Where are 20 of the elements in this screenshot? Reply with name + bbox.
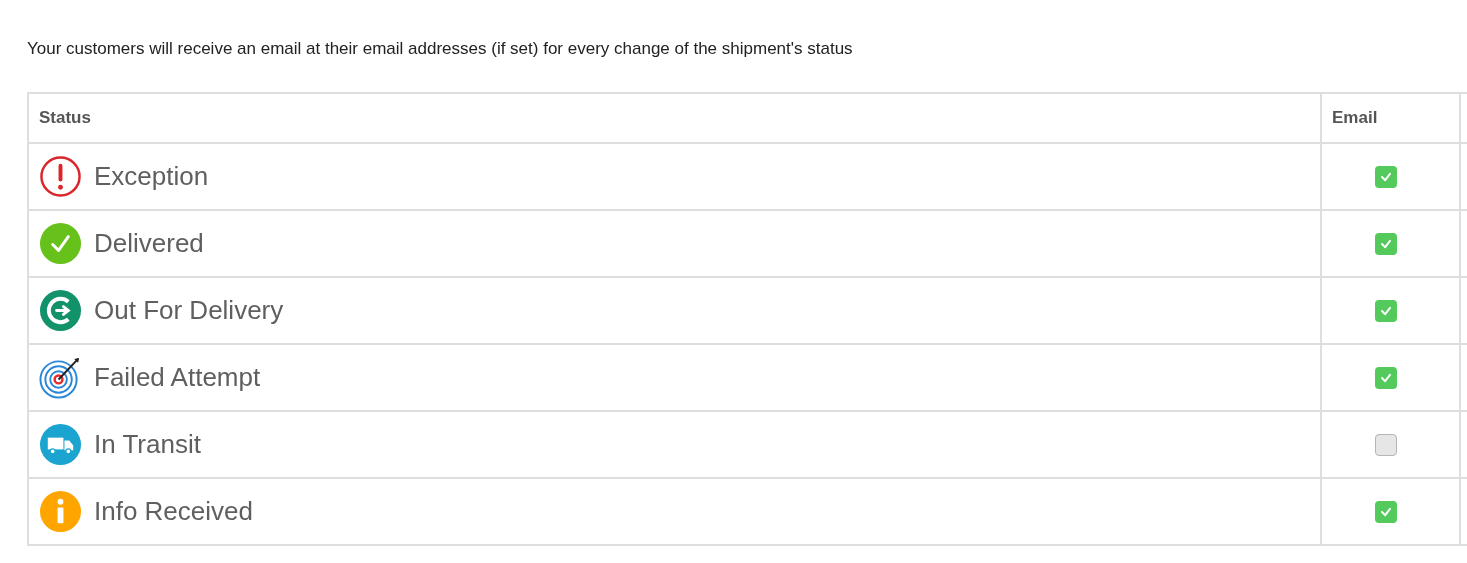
status-name: Out For Delivery — [94, 295, 284, 326]
intro-text: Your customers will receive an email at their email addresses (if set) for every change of the shipment's status — [26, 38, 854, 60]
status-name: Info Received — [94, 496, 253, 527]
email-checkbox[interactable] — [1374, 232, 1397, 255]
target-icon — [39, 356, 82, 399]
email-checkbox[interactable] — [1374, 433, 1397, 456]
status-name: Delivered — [94, 228, 204, 259]
column-header: Email — [1321, 93, 1460, 143]
email-checkbox[interactable] — [1374, 366, 1397, 389]
status-name: Exception — [94, 161, 209, 192]
status-name: In Transit — [94, 429, 201, 460]
check-icon — [39, 222, 82, 265]
email-checkbox[interactable] — [1374, 299, 1397, 322]
status-name: Failed Attempt — [94, 362, 261, 393]
info-icon — [39, 490, 82, 533]
truck-icon — [39, 423, 82, 466]
exclamation-icon — [39, 155, 82, 198]
column-header: Status — [28, 93, 1321, 143]
email-checkbox[interactable] — [1374, 500, 1397, 523]
email-checkbox[interactable] — [1374, 165, 1397, 188]
